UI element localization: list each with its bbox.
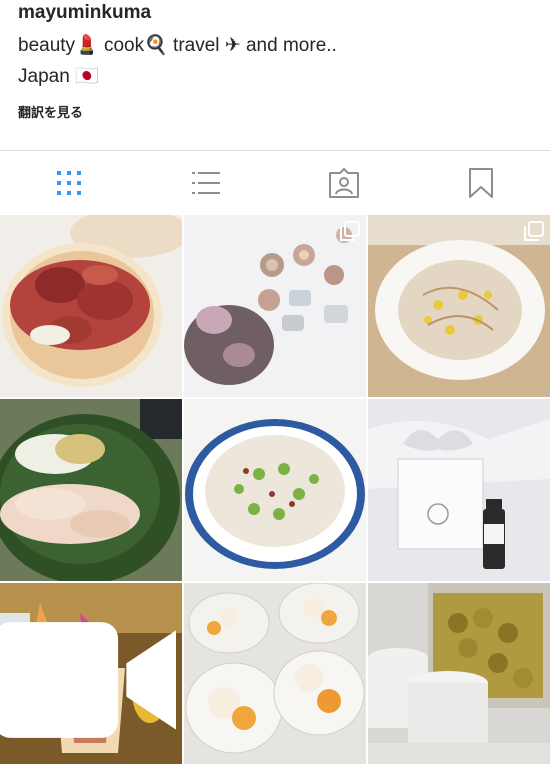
post-image	[368, 399, 550, 581]
post-grid	[0, 215, 550, 764]
bio-line-2: Japan 🇯🇵	[18, 66, 99, 87]
post-tile[interactable]	[184, 215, 366, 397]
post-tile[interactable]	[0, 583, 182, 764]
post-tile[interactable]	[0, 215, 182, 397]
see-translation-link[interactable]: 翻訳を見る	[18, 102, 538, 121]
tagged-person-icon	[328, 168, 359, 198]
post-image	[368, 583, 550, 764]
post-image	[184, 215, 366, 397]
post-tile[interactable]	[184, 583, 366, 764]
grid-icon	[56, 171, 81, 195]
post-image	[184, 399, 366, 581]
tab-saved[interactable]	[413, 151, 550, 215]
post-image	[368, 215, 550, 397]
post-image	[184, 583, 366, 764]
multiple-photos-icon	[524, 221, 544, 241]
tab-grid[interactable]	[0, 151, 138, 215]
post-tile[interactable]	[368, 399, 550, 581]
profile-tab-bar	[0, 151, 550, 215]
list-icon	[192, 172, 221, 194]
video-icon	[0, 622, 176, 738]
profile-bio: mayuminkuma beauty💄 cook🍳 travel ✈ and m…	[18, 0, 538, 121]
bookmark-icon	[469, 168, 494, 198]
post-tile[interactable]	[368, 583, 550, 764]
tab-list[interactable]	[138, 151, 276, 215]
username: mayuminkuma	[18, 2, 152, 23]
tab-tagged[interactable]	[275, 151, 413, 215]
bio-line-1: beauty💄 cook🍳 travel ✈ and more..	[18, 35, 337, 56]
post-image	[0, 399, 182, 581]
post-image	[0, 215, 182, 397]
post-tile[interactable]	[368, 215, 550, 397]
post-tile[interactable]	[0, 399, 182, 581]
post-tile[interactable]	[184, 399, 366, 581]
multiple-photos-icon	[340, 221, 360, 241]
